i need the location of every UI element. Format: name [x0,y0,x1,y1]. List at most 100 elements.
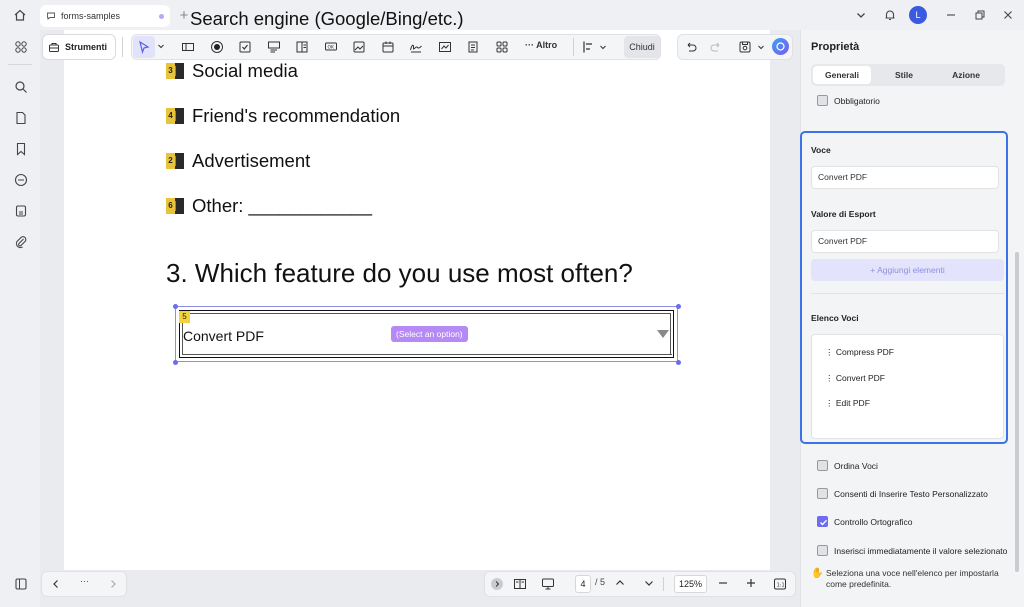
tab-style[interactable]: Stile [875,66,933,84]
question-heading: 3. Which feature do you use most often? [166,258,633,288]
survey-option: 2 Advertisement [166,150,310,172]
toolbox-icon [49,43,59,52]
close-window-icon[interactable] [997,4,1019,26]
close-form-editing-button[interactable]: Chiudi [624,36,660,58]
list-item[interactable]: ⋮ Convert PDF [825,373,885,384]
previous-page-icon[interactable] [614,577,626,589]
resize-handle[interactable] [173,304,178,309]
list-box-tool-icon[interactable] [293,38,311,56]
nav-more[interactable]: ··· [80,576,89,586]
chevron-down-icon[interactable] [157,42,165,50]
chevron-down-icon[interactable] [757,43,765,51]
hand-icon: ✋ [811,568,824,579]
panel-title: Proprietà [811,41,860,53]
comments-icon[interactable] [11,170,31,190]
survey-option: 3 Social media [166,60,298,82]
required-label: Obbligatorio [834,96,880,106]
button-tool-icon[interactable]: OK [322,38,340,56]
spell-check-checkbox[interactable] [817,516,828,527]
svg-text:OK: OK [328,45,336,51]
collapse-toggle-icon[interactable] [491,578,503,590]
tab-action[interactable]: Azione [937,66,995,84]
panel-scrollbar[interactable] [1015,252,1019,572]
survey-option: 6 Other: ____________ [166,195,372,217]
page-layout-icon[interactable] [513,577,527,591]
export-value-label: Valore di Esport [811,209,876,219]
survey-option: 4 Friend's recommendation [166,105,400,127]
commit-immediately-checkbox[interactable] [817,545,828,556]
attachment-icon[interactable] [11,232,31,252]
bookmark-icon[interactable] [11,139,31,159]
align-icon[interactable] [582,40,596,54]
option-label: Advertisement [192,150,311,171]
image-field-tool-icon[interactable] [350,38,368,56]
list-item[interactable]: ⋮ Edit PDF [825,398,870,409]
more-tools-icon[interactable] [493,38,511,56]
date-field-tool-icon[interactable] [379,38,397,56]
next-page-icon[interactable] [107,578,119,590]
field-list-tool-icon[interactable] [464,38,482,56]
list-item[interactable]: ⋮ Compress PDF [825,347,894,358]
redo-icon[interactable] [709,40,723,54]
radio-button-tool-icon[interactable] [208,38,226,56]
digital-id-tool-icon[interactable] [436,38,454,56]
export-value-input[interactable]: Convert PDF [811,230,999,253]
item-input[interactable]: Convert PDF [811,166,999,189]
actual-size-icon[interactable]: 1:1 [773,577,787,591]
combo-box-tool-icon[interactable] [265,38,283,56]
zoom-out-icon[interactable] [717,577,729,589]
sidebar-toggle-icon[interactable] [11,574,31,594]
save-icon[interactable] [738,40,752,54]
option-label: Social media [192,60,298,81]
dropdown-arrow-icon[interactable] [657,330,669,338]
zoom-level-input[interactable]: 125% [674,575,707,593]
more-menu-button[interactable]: ··· Altro [525,40,557,50]
svg-text:1:1: 1:1 [777,583,785,589]
search-icon[interactable] [11,77,31,97]
resize-handle[interactable] [173,360,178,365]
chevron-down-icon[interactable] [599,43,607,51]
resize-handle[interactable] [676,304,681,309]
unsaved-dot [159,13,164,19]
rail-divider [8,64,32,65]
avatar[interactable]: L [909,6,927,24]
text-field-tool-icon[interactable] [179,38,197,56]
dropdown-resize-grip [654,354,672,355]
commit-immediately-label: Inserisci immediatamente il valore selez… [834,546,1008,556]
minimize-icon[interactable] [940,4,962,26]
page-icon[interactable] [11,108,31,128]
tools-button[interactable]: Strumenti [42,34,116,60]
custom-text-checkbox[interactable] [817,488,828,499]
option-number-tag: 3 [166,63,184,79]
signature-tool-icon[interactable] [407,38,425,56]
ai-assistant-icon[interactable] [772,38,789,55]
undo-icon[interactable] [684,40,698,54]
restore-icon[interactable] [969,4,991,26]
option-label: Friend's recommendation [192,105,401,126]
document-tab[interactable]: forms-samples [40,5,170,27]
home-icon[interactable] [9,4,31,26]
cut-off-option-text: Search engine (Google/Bing/etc.) [190,8,464,29]
toolbar-divider [573,38,574,56]
add-items-button[interactable]: + Aggiungi elementi [811,259,1004,281]
previous-page-icon[interactable] [50,578,62,590]
next-page-icon[interactable] [643,577,655,589]
item-list-label: Elenco Voci [811,313,859,323]
toolbar-divider [122,37,123,57]
checkbox-tool-icon[interactable] [236,38,254,56]
bell-icon[interactable] [879,4,901,26]
tab-general[interactable]: Generali [813,66,871,84]
stamp-icon[interactable] [11,201,31,221]
grid-icon[interactable] [11,37,31,57]
page-total: / 5 [595,577,606,587]
chevron-down-icon[interactable] [850,4,872,26]
resize-handle[interactable] [676,360,681,365]
tab-title: forms-samples [61,11,121,21]
presentation-icon[interactable] [541,577,555,591]
zoom-in-icon[interactable] [745,577,757,589]
sort-items-checkbox[interactable] [817,460,828,471]
required-checkbox[interactable] [817,95,828,106]
custom-text-label: Consenti di Inserire Testo Personalizzat… [834,489,988,499]
option-number-tag: 6 [166,198,184,214]
page-number-input[interactable]: 4 [575,575,591,593]
